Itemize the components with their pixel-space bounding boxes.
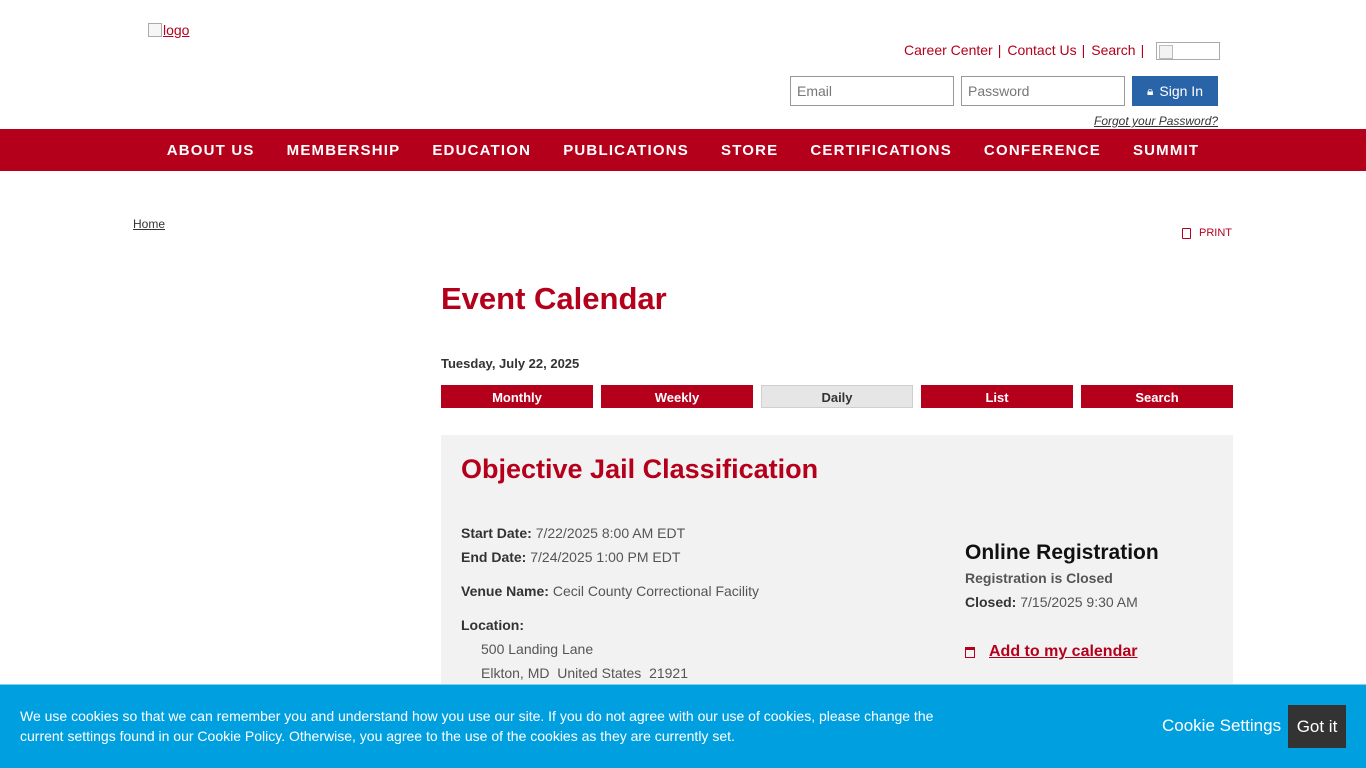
email-input[interactable] — [790, 76, 954, 106]
sign-in-label: Sign In — [1159, 83, 1203, 99]
password-input[interactable] — [961, 76, 1125, 106]
tab-list[interactable]: List — [921, 385, 1073, 408]
print-button[interactable]: PRINT — [1182, 227, 1232, 239]
calendar-icon — [965, 646, 975, 658]
event-detail-panel: Objective Jail Classification Start Date… — [441, 435, 1233, 695]
closed-label: Closed: — [965, 594, 1017, 610]
search-link[interactable]: Search — [1091, 42, 1135, 58]
end-date-value: 7/24/2025 1:00 PM EDT — [530, 549, 681, 565]
nav-store[interactable]: STORE — [705, 142, 794, 159]
location-label: Location: — [461, 617, 524, 633]
contact-us-link[interactable]: Contact Us — [1007, 42, 1076, 58]
nav-summit[interactable]: SUMMIT — [1117, 142, 1215, 159]
lock-icon: 🔒︎ — [1147, 83, 1154, 98]
registration-title: Online Registration — [965, 541, 1159, 564]
nav-membership[interactable]: MEMBERSHIP — [271, 142, 417, 159]
print-label: PRINT — [1199, 227, 1232, 239]
cookie-settings-link[interactable]: Cookie Settings — [1162, 716, 1281, 736]
tab-weekly[interactable]: Weekly — [601, 385, 753, 408]
add-to-calendar-label: Add to my calendar — [989, 643, 1138, 660]
closed-value: 7/15/2025 9:30 AM — [1020, 594, 1138, 610]
address-line-2: Elkton, MD United States 21921 — [481, 665, 688, 681]
career-center-link[interactable]: Career Center — [904, 42, 993, 58]
calendar-view-tabs: Monthly Weekly Daily List Search — [441, 385, 1233, 408]
registration-status: Registration is Closed — [965, 570, 1113, 586]
forgot-password-link[interactable]: Forgot your Password? — [1094, 114, 1218, 128]
tab-search[interactable]: Search — [1081, 385, 1233, 408]
separator: | — [1081, 42, 1086, 58]
cookie-banner: We use cookies so that we can remember y… — [0, 684, 1366, 768]
nav-conference[interactable]: CONFERENCE — [968, 142, 1117, 159]
venue-value: Cecil County Correctional Facility — [552, 583, 760, 599]
accept-cookies-button[interactable]: Got it — [1288, 705, 1346, 748]
address-line-1: 500 Landing Lane — [481, 641, 594, 657]
separator: | — [1140, 42, 1145, 58]
event-title: Objective Jail Classification — [461, 454, 819, 484]
venue-label: Venue Name: — [461, 583, 549, 599]
current-date: Tuesday, July 22, 2025 — [441, 356, 580, 371]
logo-alt-text: logo — [163, 22, 190, 38]
end-date-label: End Date: — [461, 549, 527, 565]
sign-in-button[interactable]: 🔒︎ Sign In — [1132, 76, 1218, 106]
end-date: End Date: 7/24/2025 1:00 PM EDT — [461, 549, 680, 565]
separator: | — [997, 42, 1002, 58]
tab-daily[interactable]: Daily — [761, 385, 913, 408]
nav-publications[interactable]: PUBLICATIONS — [547, 142, 705, 159]
nav-about-us[interactable]: ABOUT US — [151, 142, 271, 159]
breadcrumb-home[interactable]: Home — [133, 217, 165, 231]
nav-education[interactable]: EDUCATION — [416, 142, 547, 159]
nav-certifications[interactable]: CERTIFICATIONS — [794, 142, 968, 159]
registration-closed: Closed: 7/15/2025 9:30 AM — [965, 594, 1138, 610]
main-nav: ABOUT US MEMBERSHIP EDUCATION PUBLICATIO… — [0, 129, 1366, 171]
location: Location: — [461, 617, 524, 633]
page-title: Event Calendar — [441, 281, 667, 316]
language-selector-image[interactable] — [1156, 42, 1221, 60]
start-date-label: Start Date: — [461, 525, 532, 541]
venue-name: Venue Name: Cecil County Correctional Fa… — [461, 583, 759, 599]
cookie-message: We use cookies so that we can remember y… — [20, 708, 934, 744]
start-date-value: 7/22/2025 8:00 AM EDT — [535, 525, 686, 541]
site-logo[interactable]: logo — [148, 22, 189, 38]
start-date: Start Date: 7/22/2025 8:00 AM EDT — [461, 525, 685, 541]
utility-links: Career Center | Contact Us | Search | — [904, 40, 1221, 60]
tab-monthly[interactable]: Monthly — [441, 385, 593, 408]
broken-image-icon — [148, 23, 162, 37]
add-to-calendar-link[interactable]: Add to my calendar — [965, 643, 1137, 661]
print-icon — [1182, 227, 1191, 239]
